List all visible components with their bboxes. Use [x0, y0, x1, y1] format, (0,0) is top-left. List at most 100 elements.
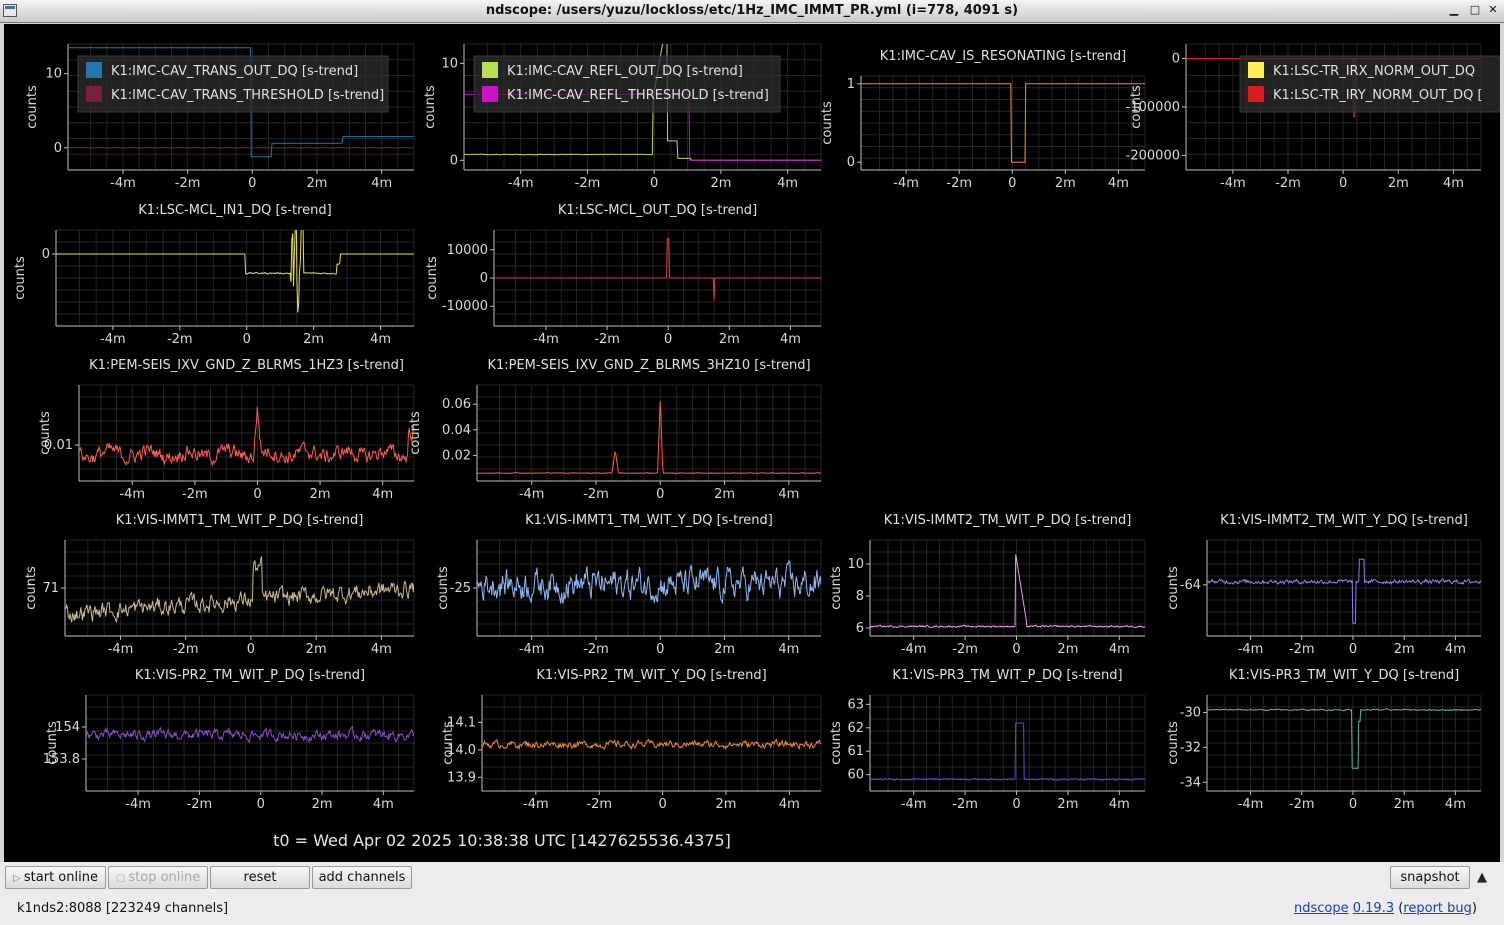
y-axis-label: counts: [13, 256, 28, 300]
title-bar: ndscope: /users/yuzu/lockloss/etc/1Hz_IM…: [0, 0, 1504, 23]
x-tick-label: 2m: [710, 176, 731, 191]
maximize-icon[interactable]: □: [1467, 2, 1483, 18]
legend-label: K1:LSC-TR_IRY_NORM_OUT_DQ [: [1273, 88, 1483, 103]
y-tick-label: 0: [42, 247, 50, 262]
y-tick-label: 0.06: [442, 397, 471, 412]
x-tick-label: 0: [664, 332, 672, 347]
trace-line: [477, 559, 821, 604]
y-axis-label: counts: [436, 566, 451, 610]
x-tick-label: 4m: [1108, 176, 1129, 191]
legend-swatch: [86, 86, 102, 102]
y-axis-label: counts: [1129, 85, 1144, 129]
plot-p00[interactable]: -4m -2m 0 2m 4m 0 10 counts K1:IMC-CAV_TRANS_OUT…: [25, 43, 415, 191]
plot-p33[interactable]: -4m -2m 0 2m 4m -64counts K1:VIS-IMMT2_TM_WIT_…: [1166, 513, 1482, 657]
x-tick-label: 4m: [1445, 797, 1466, 812]
start-online-button[interactable]: ▷ start online: [5, 866, 106, 889]
report-bug-link[interactable]: report bug: [1403, 901, 1472, 916]
x-tick-label: -4m: [901, 797, 927, 812]
plot-title: K1:VIS-IMMT1_TM_WIT_P_DQ [s-trend]: [116, 513, 364, 528]
x-tick-label: 2m: [307, 176, 328, 191]
plot-p01[interactable]: -4m -2m 0 2m 4m 0 10counts K1:IMC-CAV_REFL_OUT_…: [423, 24, 822, 191]
x-tick-label: 0: [1349, 797, 1357, 812]
x-tick-label: 4m: [1109, 797, 1130, 812]
plot-p10[interactable]: -4m -2m 0 2m 4m 0 counts K1:LSC-MCL_IN1_DQ [s-t…: [13, 202, 415, 347]
y-axis-label: counts: [38, 411, 53, 455]
minimize-icon[interactable]: ▁: [1446, 2, 1462, 18]
y-tick-label: -10000: [442, 299, 488, 314]
x-tick-label: -2m: [594, 332, 620, 347]
x-tick-label: 4m: [373, 797, 394, 812]
expand-arrow-icon[interactable]: ▲: [1477, 870, 1487, 885]
x-tick-label: 0: [1339, 176, 1347, 191]
ndscope-link[interactable]: ndscope: [1294, 901, 1349, 916]
plot-title: K1:VIS-PR2_TM_WIT_Y_DQ [s-trend]: [536, 668, 766, 683]
plot-p21[interactable]: -4m -2m 0 2m 4m 0.06 0.04 0.02 counts K1:PEM-SEIS…: [408, 358, 822, 502]
y-tick-label: 0.02: [442, 448, 471, 463]
plot-p41[interactable]: -4m -2m 0 2m 4m14.114.013.9countsK1:VIS-PR2_…: [441, 668, 822, 812]
plot-p32[interactable]: -4m -2m 0 2m 4m 10 8 6 counts K1:VIS-IMMT2_TM_WIT…: [829, 513, 1146, 657]
version-link[interactable]: 0.19.3: [1353, 901, 1394, 916]
plot-title: K1:PEM-SEIS_IXV_GND_Z_BLRMS_3HZ10 [s-tre…: [487, 358, 810, 373]
x-tick-label: 0: [243, 332, 251, 347]
x-tick-label: 4m: [778, 642, 799, 657]
y-tick-label: 71: [42, 581, 59, 596]
legend-swatch: [86, 62, 102, 78]
plot-title: K1:PEM-SEIS_IXV_GND_Z_BLRMS_1HZ3 [s-tren…: [89, 358, 404, 373]
legend-label: K1:IMC-CAV_TRANS_THRESHOLD [s-trend]: [111, 88, 384, 103]
x-tick-label: -4m: [523, 797, 549, 812]
x-tick-label: 4m: [371, 642, 392, 657]
x-tick-label: -4m: [893, 176, 919, 191]
legend-label: K1:LSC-TR_IRX_NORM_OUT_DQ: [1273, 64, 1475, 79]
x-tick-label: 0: [1349, 642, 1357, 657]
plot-area[interactable]: t0 = Wed Apr 02 2025 10:38:38 UTC [14276…: [4, 24, 1501, 862]
legend[interactable]: K1:IMC-CAV_TRANS_OUT_DQ [s-trend] K1:IMC-…: [77, 55, 389, 113]
status-bar: k1nds2:8088 [223249 channels] ndscope 0.…: [0, 896, 1504, 925]
add-channels-button[interactable]: add channels: [312, 866, 412, 889]
y-tick-label: 0.04: [442, 423, 471, 438]
play-icon: ▷: [13, 873, 24, 884]
y-tick-label: 60: [847, 768, 864, 783]
stop-online-button: ▢ stop online: [108, 866, 208, 889]
stop-icon: ▢: [115, 873, 129, 884]
plot-p40[interactable]: -4m -2m 0 2m 4m154153.8countsK1:VIS-PR2_TM_W…: [43, 668, 415, 812]
snapshot-button[interactable]: snapshot: [1390, 866, 1470, 889]
plot-p30[interactable]: -4m -2m 0 2m 4m 71counts K1:VIS-IMMT1_TM_WIT_P…: [24, 513, 415, 657]
plot-p31[interactable]: -4m -2m 0 2m 4m -25counts K1:VIS-IMMT1_TM_WIT_…: [436, 513, 822, 657]
x-tick-label: 0: [247, 642, 255, 657]
y-tick-label: 61: [847, 744, 864, 759]
reset-button[interactable]: reset: [210, 866, 310, 889]
x-tick-label: 2m: [1394, 797, 1415, 812]
plot-p43[interactable]: -4m -2m 0 2m 4m -30 -32 -34 counts K1:VIS-PR3_TM_…: [1166, 668, 1482, 812]
x-tick-label: 4m: [372, 487, 393, 502]
legend[interactable]: K1:LSC-TR_IRX_NORM_OUT_DQ K1:LSC-TR_IRY_N…: [1239, 55, 1501, 113]
y-tick-label: 0: [847, 155, 855, 170]
plot-title: K1:VIS-PR3_TM_WIT_Y_DQ [s-trend]: [1229, 668, 1459, 683]
x-tick-label: 2m: [310, 487, 331, 502]
x-tick-label: 0: [1012, 797, 1020, 812]
t0-label: t0 = Wed Apr 02 2025 10:38:38 UTC [14276…: [273, 831, 731, 850]
x-tick-label: 4m: [1109, 642, 1130, 657]
plot-p20[interactable]: -4m -2m 0 2m 4m0.01countsK1:PEM-SEIS_IXV_GND…: [38, 358, 415, 502]
plot-title: K1:LSC-MCL_IN1_DQ [s-trend]: [138, 203, 331, 218]
x-tick-label: -2m: [946, 176, 972, 191]
x-tick-label: -2m: [187, 797, 213, 812]
plot-grid[interactable]: t0 = Wed Apr 02 2025 10:38:38 UTC [14276…: [4, 24, 1501, 862]
x-tick-label: -4m: [1238, 797, 1264, 812]
y-axis-label: counts: [1166, 566, 1181, 610]
y-tick-label: 10: [847, 557, 864, 572]
plot-p11[interactable]: -4m -2m 0 2m 4m 10000 0 -10000counts K1:LSC-MCL_…: [425, 203, 822, 347]
x-tick-label: -2m: [167, 332, 193, 347]
y-tick-label: 6: [856, 621, 864, 636]
plot-p03[interactable]: -4m -2m 0 2m 4m0-100000-200000countsK1:LSC-T…: [1126, 43, 1501, 191]
legend[interactable]: K1:IMC-CAV_REFL_OUT_DQ [s-trend] K1:IMC-C…: [473, 55, 781, 113]
plot-p02[interactable]: -4m -2m 0 2m 4m 0 1 counts K1:IMC-CAV_IS_RESONAT…: [820, 49, 1146, 191]
x-tick-label: 0: [1008, 176, 1016, 191]
x-tick-label: -4m: [108, 642, 134, 657]
y-tick-label: -200000: [1126, 148, 1180, 163]
x-tick-label: 2m: [1055, 176, 1076, 191]
trace-line: [870, 722, 1145, 781]
close-icon[interactable]: ✕: [1485, 2, 1501, 18]
x-tick-label: -4m: [519, 487, 545, 502]
x-tick-label: 0: [656, 487, 664, 502]
plot-p42[interactable]: -4m -2m 0 2m 4m 63 62 61 60counts K1:VIS-PR3_TM_W…: [829, 668, 1146, 812]
